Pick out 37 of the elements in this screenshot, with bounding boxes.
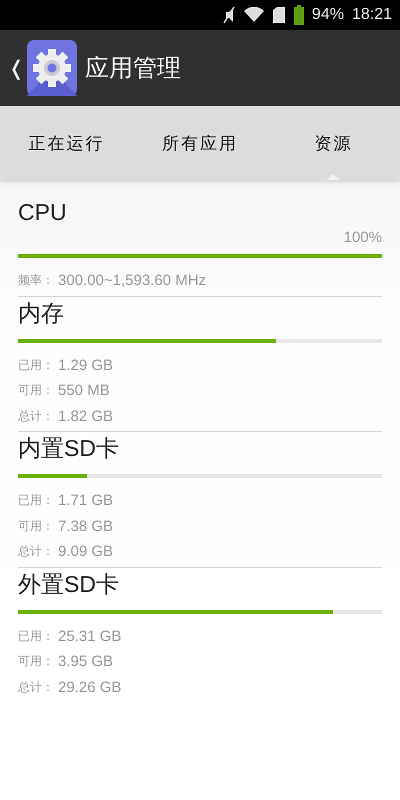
detail-label: 可用： bbox=[18, 518, 54, 534]
section-title: 外置SD卡 bbox=[18, 570, 120, 598]
back-button[interactable]: ❬ bbox=[0, 56, 27, 80]
detail-label: 可用： bbox=[18, 382, 54, 399]
mute-icon bbox=[222, 6, 236, 24]
detail-value: 1.71 GB bbox=[58, 491, 114, 511]
tab[interactable]: 资源 bbox=[266, 106, 400, 180]
detail-value: 7.38 GB bbox=[58, 516, 114, 536]
sim-card-icon bbox=[272, 6, 286, 24]
battery-percent: 94% bbox=[312, 6, 344, 24]
detail-label: 已用： bbox=[18, 356, 54, 374]
gear-icon[interactable] bbox=[26, 40, 77, 96]
detail-label: 已用： bbox=[18, 628, 54, 644]
section-title: CPU bbox=[18, 198, 68, 227]
usage-percent: 100% bbox=[342, 228, 382, 248]
detail-value: 1.29 GB bbox=[58, 356, 114, 376]
section-title: 内置SD卡 bbox=[18, 434, 120, 463]
screen-title: 应用管理 bbox=[84, 53, 181, 84]
detail-label: 总计： bbox=[18, 408, 54, 424]
detail-value: 29.26 GB bbox=[58, 678, 122, 698]
detail-value: 25.31 GB bbox=[58, 626, 122, 646]
tab[interactable]: 正在运行 bbox=[0, 106, 134, 180]
detail-value: 300.00~1,593.60 MHz bbox=[58, 271, 206, 291]
detail-label: 已用： bbox=[18, 492, 54, 509]
detail-value: 550 MB bbox=[58, 381, 110, 401]
detail-label: 频率： bbox=[18, 272, 54, 289]
detail-value: 3.95 GB bbox=[58, 652, 114, 672]
wifi-icon bbox=[244, 7, 264, 23]
detail-value: 9.09 GB bbox=[58, 542, 114, 562]
detail-label: 总计： bbox=[18, 543, 54, 560]
clock: 18:21 bbox=[352, 6, 392, 24]
detail-value: 1.82 GB bbox=[58, 406, 114, 426]
detail-label: 总计： bbox=[18, 678, 54, 696]
section-title: 内存 bbox=[18, 298, 65, 328]
detail-label: 可用： bbox=[18, 653, 54, 670]
tab[interactable]: 所有应用 bbox=[133, 106, 267, 180]
battery-icon bbox=[294, 5, 304, 25]
